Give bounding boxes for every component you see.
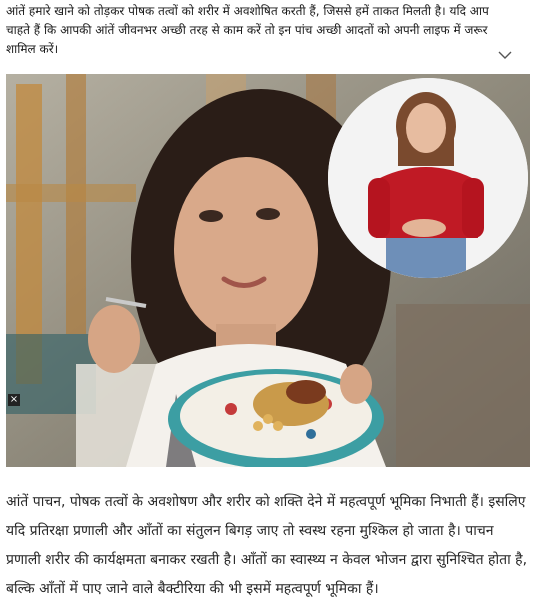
expand-button[interactable] [496, 48, 514, 62]
close-ad-button[interactable]: × [8, 394, 20, 406]
close-icon: × [9, 394, 19, 405]
inset-image [328, 78, 528, 278]
chevron-down-icon [498, 51, 512, 59]
hero-image: × [6, 74, 530, 467]
intro-paragraph: आंतें हमारे खाने को तोड़कर पोषक तत्वों क… [6, 4, 489, 56]
article-paragraph: आंतें पाचन, पोषक तत्वों के अवशोषण और शरी… [6, 494, 528, 597]
inset-woman-illustration [328, 78, 528, 278]
